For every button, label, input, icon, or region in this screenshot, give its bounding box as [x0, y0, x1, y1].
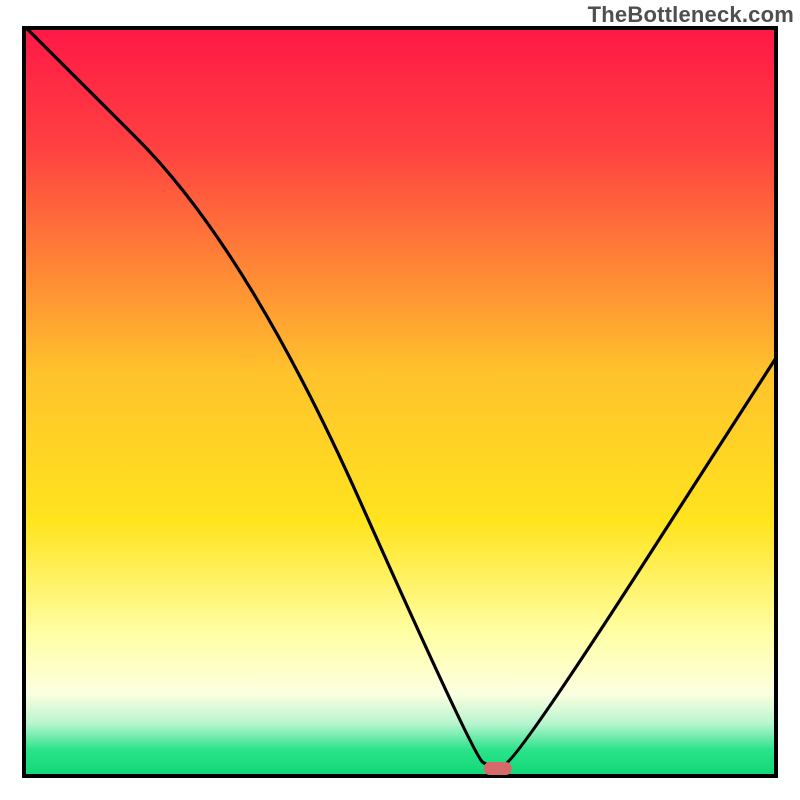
bottleneck-chart	[0, 0, 800, 800]
optimal-marker	[484, 762, 512, 775]
chart-frame: TheBottleneck.com	[0, 0, 800, 800]
watermark-text: TheBottleneck.com	[588, 2, 794, 28]
